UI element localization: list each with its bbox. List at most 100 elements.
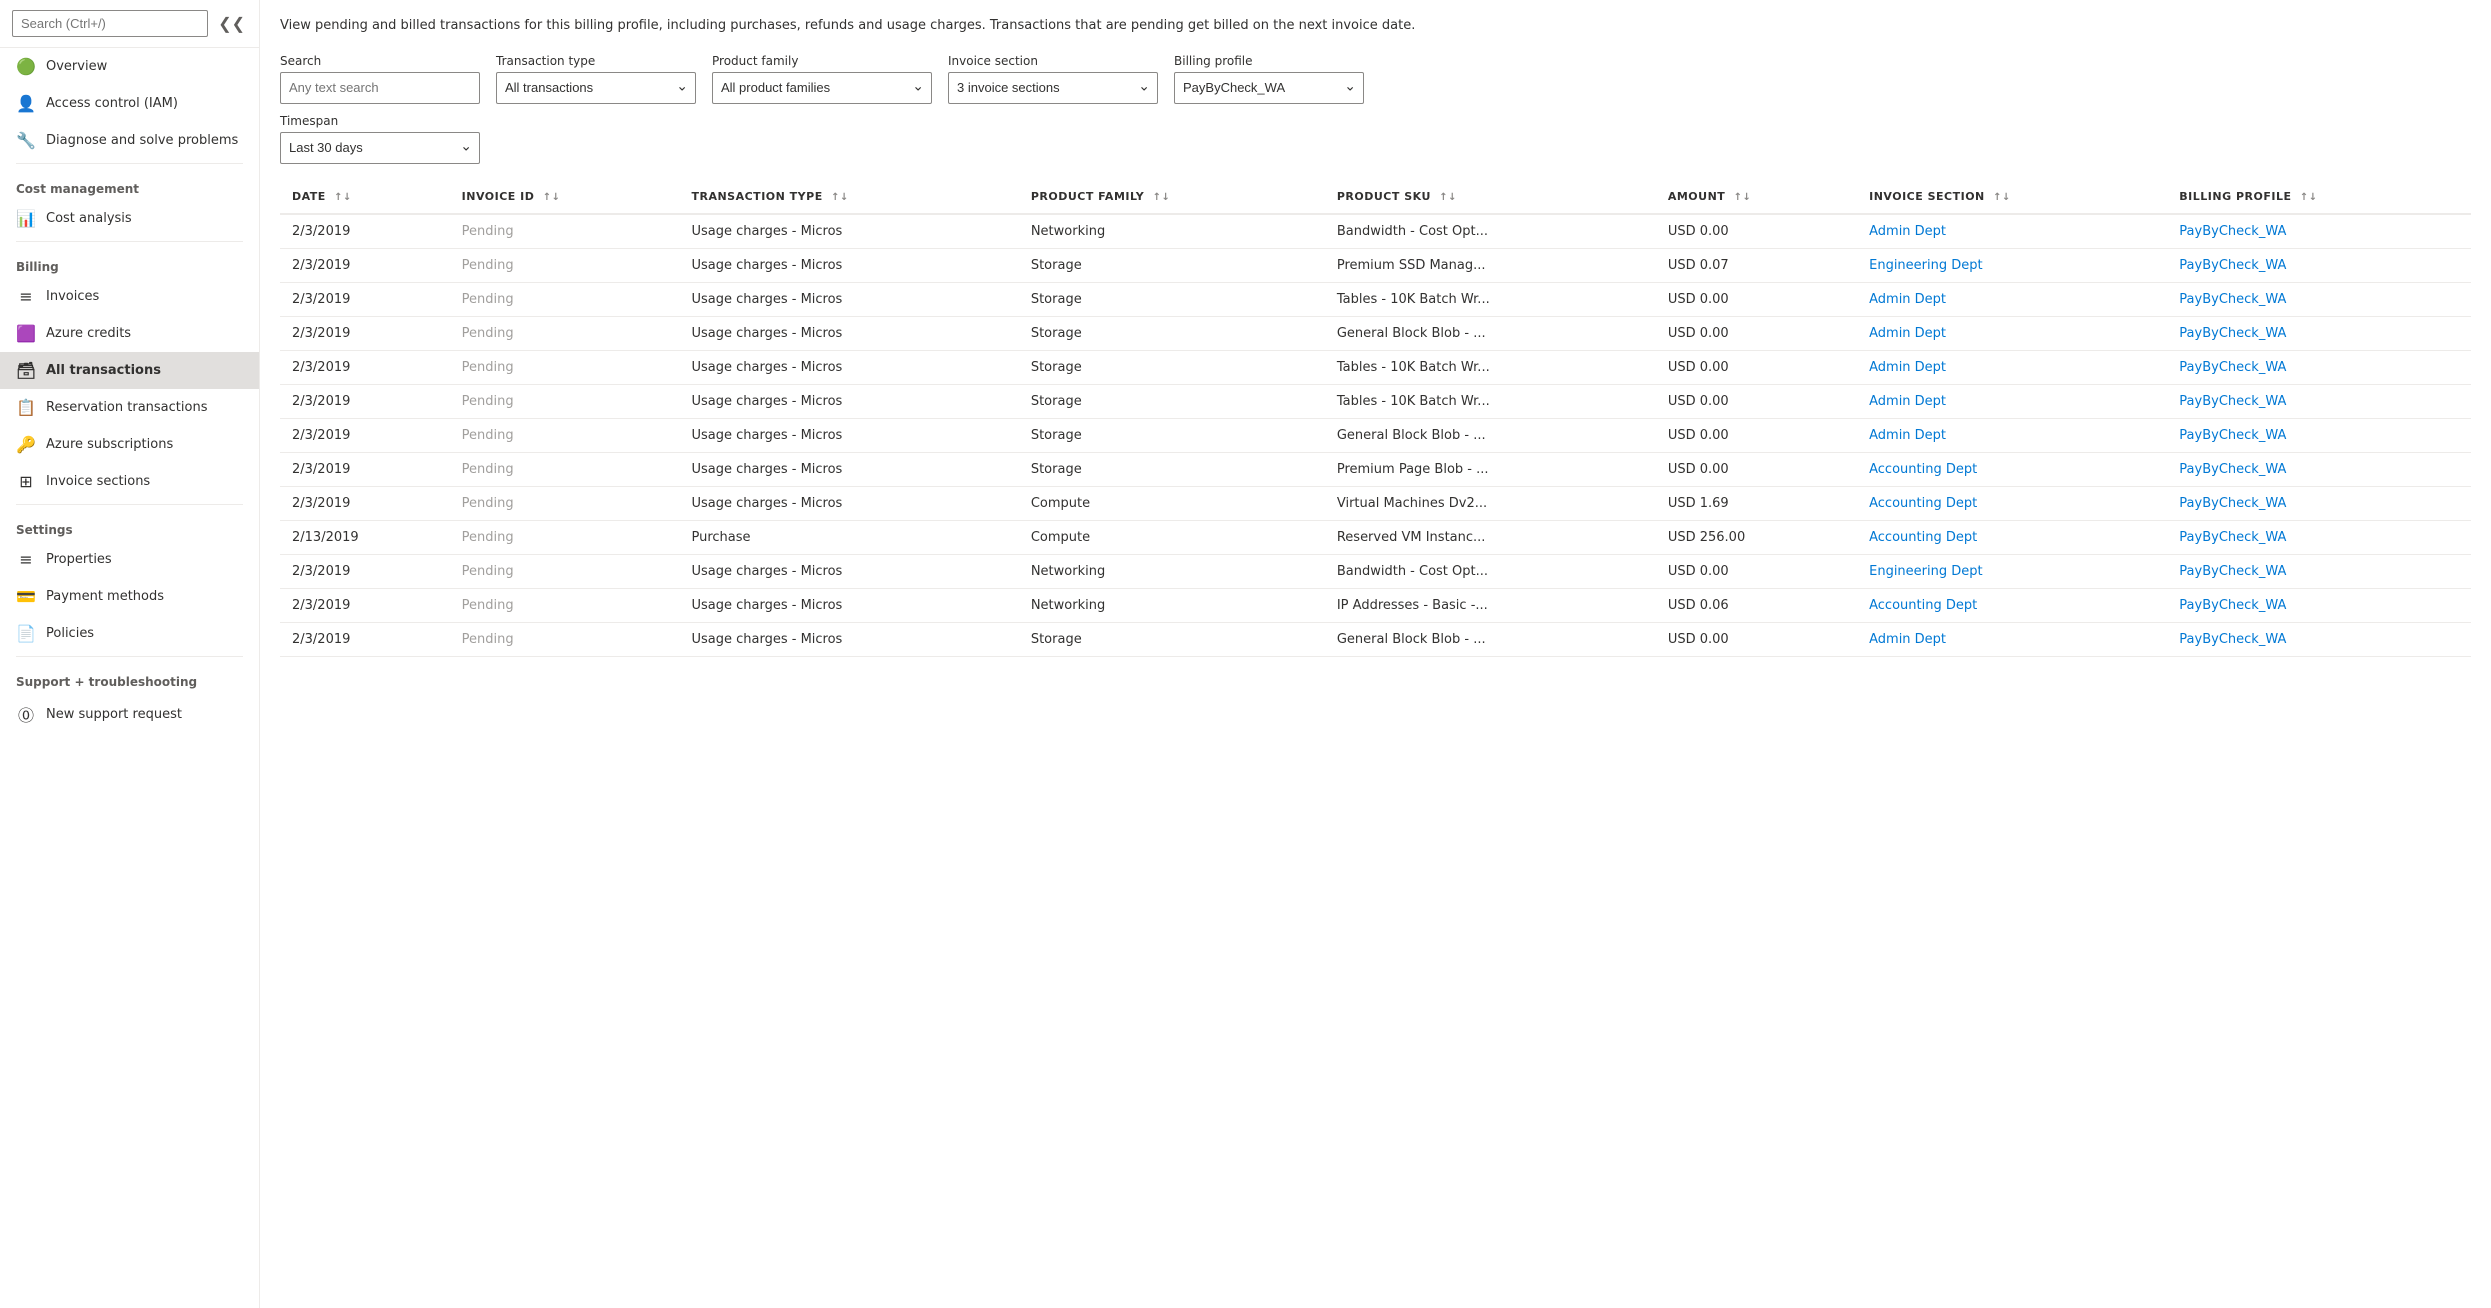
cell-product-sku-0: Bandwidth - Cost Opt... xyxy=(1325,214,1656,249)
new-support-request-icon: ⓪ xyxy=(16,702,36,726)
cell-billing-profile-3[interactable]: PayByCheck_WA xyxy=(2167,316,2471,350)
cell-transaction-type-1: Usage charges - Micros xyxy=(679,248,1018,282)
sidebar-item-access-control[interactable]: 👤 Access control (IAM) xyxy=(0,85,259,122)
cell-invoice-section-5[interactable]: Admin Dept xyxy=(1857,384,2167,418)
cell-invoice-section-8[interactable]: Accounting Dept xyxy=(1857,486,2167,520)
billing-profile-label: Billing profile xyxy=(1174,54,1364,68)
cell-transaction-type-7: Usage charges - Micros xyxy=(679,452,1018,486)
sidebar-item-properties-label: Properties xyxy=(46,552,112,567)
cell-invoice-section-4[interactable]: Admin Dept xyxy=(1857,350,2167,384)
cell-billing-profile-1[interactable]: PayByCheck_WA xyxy=(2167,248,2471,282)
cell-date-10: 2/3/2019 xyxy=(280,554,450,588)
cell-invoice-section-0[interactable]: Admin Dept xyxy=(1857,214,2167,249)
cell-billing-profile-8[interactable]: PayByCheck_WA xyxy=(2167,486,2471,520)
col-amount[interactable]: AMOUNT ↑↓ xyxy=(1656,180,1857,214)
divider-cost xyxy=(16,163,243,164)
sidebar-item-overview[interactable]: 🟢 Overview xyxy=(0,48,259,85)
cell-transaction-type-8: Usage charges - Micros xyxy=(679,486,1018,520)
sidebar-item-invoices[interactable]: ≡ Invoices xyxy=(0,278,259,315)
sidebar-item-invoice-sections[interactable]: ⊞ Invoice sections xyxy=(0,463,259,500)
cell-billing-profile-0[interactable]: PayByCheck_WA xyxy=(2167,214,2471,249)
sidebar-item-cost-analysis-label: Cost analysis xyxy=(46,211,132,226)
sidebar-item-diagnose[interactable]: 🔧 Diagnose and solve problems xyxy=(0,122,259,159)
col-invoice-section[interactable]: INVOICE SECTION ↑↓ xyxy=(1857,180,2167,214)
cell-product-family-7: Storage xyxy=(1019,452,1325,486)
cell-invoice-section-3[interactable]: Admin Dept xyxy=(1857,316,2167,350)
col-date[interactable]: DATE ↑↓ xyxy=(280,180,450,214)
cell-transaction-type-9: Purchase xyxy=(679,520,1018,554)
cell-billing-profile-4[interactable]: PayByCheck_WA xyxy=(2167,350,2471,384)
sidebar-item-reservation-transactions[interactable]: 📋 Reservation transactions xyxy=(0,389,259,426)
table-row: 2/3/2019 Pending Usage charges - Micros … xyxy=(280,622,2471,656)
invoice-sections-icon: ⊞ xyxy=(16,472,36,491)
collapse-button[interactable]: ❮❮ xyxy=(216,12,247,36)
sidebar-item-azure-credits[interactable]: 🟪 Azure credits xyxy=(0,315,259,352)
cell-billing-profile-6[interactable]: PayByCheck_WA xyxy=(2167,418,2471,452)
reservation-transactions-icon: 📋 xyxy=(16,398,36,417)
cell-billing-profile-2[interactable]: PayByCheck_WA xyxy=(2167,282,2471,316)
cell-invoice-section-7[interactable]: Accounting Dept xyxy=(1857,452,2167,486)
col-product-family[interactable]: PRODUCT FAMILY ↑↓ xyxy=(1019,180,1325,214)
invoice-section-select-wrapper: 3 invoice sections Admin Dept Engineerin… xyxy=(948,72,1158,104)
cell-billing-profile-7[interactable]: PayByCheck_WA xyxy=(2167,452,2471,486)
col-transaction-type[interactable]: TRANSACTION TYPE ↑↓ xyxy=(679,180,1018,214)
search-filter-input[interactable] xyxy=(280,72,480,104)
cell-billing-profile-10[interactable]: PayByCheck_WA xyxy=(2167,554,2471,588)
search-input[interactable] xyxy=(12,10,208,37)
cell-product-family-5: Storage xyxy=(1019,384,1325,418)
payment-methods-icon: 💳 xyxy=(16,587,36,606)
cell-invoice-id-3: Pending xyxy=(450,316,680,350)
billing-profile-select[interactable]: PayByCheck_WA xyxy=(1174,72,1364,104)
cell-amount-8: USD 1.69 xyxy=(1656,486,1857,520)
cell-invoice-section-1[interactable]: Engineering Dept xyxy=(1857,248,2167,282)
sidebar-item-access-control-label: Access control (IAM) xyxy=(46,96,178,111)
cell-amount-5: USD 0.00 xyxy=(1656,384,1857,418)
table-row: 2/3/2019 Pending Usage charges - Micros … xyxy=(280,588,2471,622)
cell-product-family-6: Storage xyxy=(1019,418,1325,452)
sidebar-item-properties[interactable]: ≡ Properties xyxy=(0,541,259,578)
cell-product-sku-5: Tables - 10K Batch Wr... xyxy=(1325,384,1656,418)
date-sort-icon: ↑↓ xyxy=(334,192,352,203)
cell-invoice-section-6[interactable]: Admin Dept xyxy=(1857,418,2167,452)
sidebar-item-payment-methods[interactable]: 💳 Payment methods xyxy=(0,578,259,615)
sidebar-item-all-transactions[interactable]: 🗃 All transactions xyxy=(0,352,259,389)
cell-product-sku-7: Premium Page Blob - ... xyxy=(1325,452,1656,486)
timespan-select[interactable]: Last 30 days Last 60 days Last 90 days C… xyxy=(280,132,480,164)
col-product-sku[interactable]: PRODUCT SKU ↑↓ xyxy=(1325,180,1656,214)
transaction-type-filter-group: Transaction type All transactions Pendin… xyxy=(496,54,696,104)
product-family-select[interactable]: All product families Compute Networking … xyxy=(712,72,932,104)
sidebar-item-cost-analysis[interactable]: 📊 Cost analysis xyxy=(0,200,259,237)
product-sku-sort-icon: ↑↓ xyxy=(1439,192,1457,203)
cell-product-family-0: Networking xyxy=(1019,214,1325,249)
product-family-label: Product family xyxy=(712,54,932,68)
invoice-section-select[interactable]: 3 invoice sections Admin Dept Engineerin… xyxy=(948,72,1158,104)
cell-product-sku-2: Tables - 10K Batch Wr... xyxy=(1325,282,1656,316)
transaction-type-select[interactable]: All transactions Pending Billed Purchase… xyxy=(496,72,696,104)
cell-date-6: 2/3/2019 xyxy=(280,418,450,452)
cell-invoice-section-10[interactable]: Engineering Dept xyxy=(1857,554,2167,588)
cell-billing-profile-11[interactable]: PayByCheck_WA xyxy=(2167,588,2471,622)
cell-amount-11: USD 0.06 xyxy=(1656,588,1857,622)
cell-billing-profile-9[interactable]: PayByCheck_WA xyxy=(2167,520,2471,554)
cell-amount-4: USD 0.00 xyxy=(1656,350,1857,384)
cell-product-sku-3: General Block Blob - ... xyxy=(1325,316,1656,350)
cell-invoice-section-12[interactable]: Admin Dept xyxy=(1857,622,2167,656)
sidebar-item-new-support-request[interactable]: ⓪ New support request xyxy=(0,693,259,735)
cell-billing-profile-5[interactable]: PayByCheck_WA xyxy=(2167,384,2471,418)
filters-row-2: Timespan Last 30 days Last 60 days Last … xyxy=(280,114,2471,164)
sidebar-item-policies[interactable]: 📄 Policies xyxy=(0,615,259,652)
sidebar-item-reservation-transactions-label: Reservation transactions xyxy=(46,400,207,415)
cell-invoice-section-9[interactable]: Accounting Dept xyxy=(1857,520,2167,554)
cell-product-sku-11: IP Addresses - Basic -... xyxy=(1325,588,1656,622)
col-billing-profile[interactable]: BILLING PROFILE ↑↓ xyxy=(2167,180,2471,214)
cell-invoice-section-11[interactable]: Accounting Dept xyxy=(1857,588,2167,622)
sidebar-item-all-transactions-label: All transactions xyxy=(46,363,161,378)
col-invoice-id[interactable]: INVOICE ID ↑↓ xyxy=(450,180,680,214)
cell-product-sku-1: Premium SSD Manag... xyxy=(1325,248,1656,282)
main-content: View pending and billed transactions for… xyxy=(260,0,2491,1308)
sidebar-item-new-support-request-label: New support request xyxy=(46,707,182,722)
billing-profile-select-wrapper: PayByCheck_WA xyxy=(1174,72,1364,104)
cell-invoice-section-2[interactable]: Admin Dept xyxy=(1857,282,2167,316)
cell-billing-profile-12[interactable]: PayByCheck_WA xyxy=(2167,622,2471,656)
sidebar-item-azure-subscriptions[interactable]: 🔑 Azure subscriptions xyxy=(0,426,259,463)
